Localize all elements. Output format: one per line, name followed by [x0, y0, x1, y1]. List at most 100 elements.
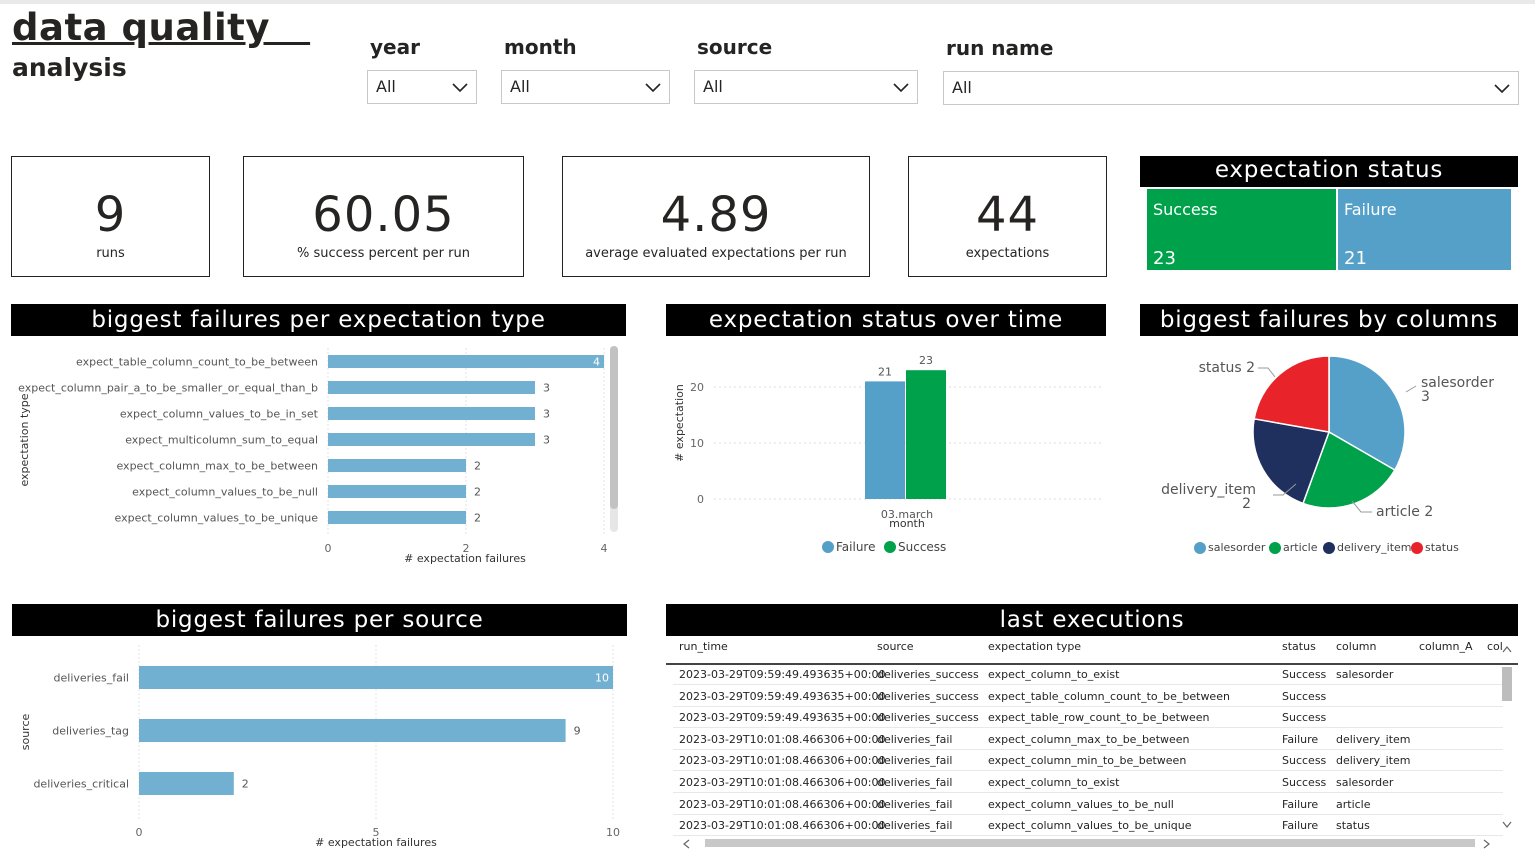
- data-label: 3: [543, 382, 550, 395]
- table-row[interactable]: 2023-03-29T09:59:49.493635+00:00 deliveri…: [673, 686, 1503, 707]
- bar: [328, 381, 535, 394]
- table-cell: deliveries_fail: [877, 797, 953, 811]
- legend-label: delivery_item: [1337, 541, 1412, 554]
- horizontal-scrollbar[interactable]: [680, 836, 1498, 850]
- table-cell: 2023-03-29T10:01:08.466306+00:00: [679, 797, 886, 811]
- column-header[interactable]: column: [1336, 640, 1377, 653]
- failures-by-columns-title: biggest failures by columns: [1140, 304, 1518, 336]
- tile-value: 23: [1153, 248, 1176, 269]
- data-label: 9: [574, 725, 581, 738]
- chevron-right-icon[interactable]: [1483, 839, 1491, 849]
- kpi-card-average-expectations: 4.89 average evaluated expectations per …: [562, 156, 870, 277]
- y-category-label: expect_table_column_count_to_be_between: [76, 356, 318, 369]
- year-select[interactable]: All: [367, 70, 477, 104]
- legend-marker: [1269, 542, 1281, 554]
- status-tile-failure[interactable]: Failure 21: [1338, 189, 1511, 270]
- y-tick-label: 0: [697, 493, 704, 506]
- x-axis-title: # expectation failures: [315, 836, 437, 849]
- kpi-caption: expectations: [965, 246, 1050, 261]
- table-cell: Success: [1282, 776, 1327, 789]
- column-header[interactable]: source: [877, 640, 914, 653]
- scrollbar-thumb[interactable]: [1502, 667, 1512, 701]
- month-select[interactable]: All: [501, 70, 670, 104]
- table-cell: 2023-03-29T10:01:08.466306+00:00: [679, 754, 886, 768]
- column-header[interactable]: column_A: [1419, 640, 1473, 653]
- y-category-label: deliveries_fail: [54, 672, 129, 685]
- data-label: 2: [242, 778, 249, 791]
- table-cell: 2023-03-29T09:59:49.493635+00:00: [679, 668, 886, 681]
- table-row[interactable]: 2023-03-29T10:01:08.466306+00:00 deliveri…: [673, 729, 1503, 750]
- chevron-left-icon[interactable]: [682, 839, 690, 849]
- y-category-label: expect_multicolumn_sum_to_equal: [125, 434, 318, 447]
- pie-label: salesorder: [1421, 375, 1494, 391]
- scrollbar-thumb[interactable]: [705, 839, 1475, 847]
- failures-by-type-chart: 0 2 4 expect_table_column_count_to_be_betwe…: [18, 346, 618, 565]
- table-row[interactable]: 2023-03-29T10:01:08.466306+00:00 deliveri…: [673, 772, 1503, 793]
- chart-scrollbar-thumb: [610, 346, 618, 509]
- pie-label: article 2: [1376, 504, 1433, 520]
- source-select[interactable]: All: [694, 70, 918, 104]
- legend-marker: [1411, 542, 1423, 554]
- table-cell: 2023-03-29T09:59:49.493635+00:00: [679, 711, 886, 725]
- pie-label: status 2: [1199, 360, 1255, 376]
- table-cell: expect_column_to_exist: [988, 668, 1120, 681]
- table-cell: deliveries_fail: [877, 819, 953, 833]
- tile-label: Success: [1153, 200, 1218, 219]
- tile-label: Failure: [1344, 200, 1397, 219]
- run-name-select[interactable]: All: [943, 71, 1519, 105]
- y-category-label: expect_column_values_to_be_in_set: [120, 408, 319, 421]
- legend-label: salesorder: [1208, 541, 1266, 554]
- table-row[interactable]: 2023-03-29T10:01:08.466306+00:00 deliveri…: [673, 750, 1503, 772]
- source-filter-label: source: [697, 35, 773, 59]
- legend-label: Success: [898, 540, 946, 554]
- table-cell: 2023-03-29T10:01:08.466306+00:00: [679, 776, 886, 789]
- y-category-label: expect_column_values_to_be_unique: [115, 512, 319, 525]
- bar: [328, 355, 604, 368]
- page-title: data quality: [12, 6, 311, 49]
- expectation-status-title: expectation status: [1140, 156, 1518, 187]
- table-header-row: run_time source expectation type status …: [666, 636, 1518, 665]
- data-label: 4: [593, 356, 600, 369]
- table-cell: deliveries_success: [877, 711, 979, 725]
- table-row[interactable]: 2023-03-29T10:01:08.466306+00:00 deliveri…: [673, 815, 1503, 837]
- table-cell: salesorder: [1336, 776, 1394, 789]
- status-over-time-chart: 01020212303.marchmonth# expectationFailu…: [673, 354, 1101, 554]
- data-label: 10: [595, 672, 609, 685]
- table-row[interactable]: 2023-03-29T10:01:08.466306+00:00 deliveri…: [673, 794, 1503, 815]
- x-axis-title: month: [889, 517, 925, 530]
- kpi-card-success-percent: 60.05 % success percent per run: [243, 156, 524, 277]
- kpi-card-expectations: 44 expectations: [908, 156, 1107, 277]
- table-cell: status: [1336, 819, 1370, 833]
- chevron-up-icon[interactable]: [1502, 645, 1512, 653]
- table-cell: Success: [1282, 689, 1327, 703]
- column-header[interactable]: expectation type: [988, 640, 1081, 653]
- vertical-scrollbar[interactable]: [1500, 645, 1514, 831]
- table-cell: deliveries_success: [877, 689, 979, 703]
- failures-by-type-title: biggest failures per expectation type: [11, 304, 626, 336]
- status-tile-success[interactable]: Success 23: [1147, 189, 1336, 270]
- source-select-value: All: [703, 77, 723, 96]
- table-cell: article: [1336, 797, 1371, 811]
- bar: [328, 407, 535, 420]
- y-tick-label: 10: [690, 437, 704, 450]
- column-header[interactable]: status: [1282, 640, 1316, 653]
- x-tick-label: 10: [606, 826, 620, 839]
- table-row[interactable]: 2023-03-29T09:59:49.493635+00:00 deliveri…: [673, 664, 1503, 685]
- bar: [328, 433, 535, 446]
- column-header[interactable]: run_time: [679, 640, 728, 653]
- y-category-label: expect_column_pair_a_to_be_smaller_or_eq…: [18, 382, 318, 395]
- table-cell: 2023-03-29T10:01:08.466306+00:00: [679, 732, 886, 746]
- table-cell: deliveries_fail: [877, 732, 953, 746]
- table-row[interactable]: 2023-03-29T09:59:49.493635+00:00 deliveri…: [673, 707, 1503, 729]
- legend-marker: [1323, 542, 1335, 554]
- table-cell: deliveries_success: [877, 668, 979, 681]
- legend-label: Failure: [836, 540, 875, 554]
- chevron-down-icon[interactable]: [1502, 821, 1512, 829]
- leader-line: [1258, 367, 1276, 378]
- table-cell: salesorder: [1336, 668, 1394, 681]
- leader-line: [1405, 385, 1417, 393]
- table-cell: 2023-03-29T09:59:49.493635+00:00: [679, 689, 886, 703]
- legend-marker: [884, 541, 896, 553]
- y-category-label: deliveries_critical: [33, 778, 129, 791]
- pie-value: 2: [1242, 496, 1251, 512]
